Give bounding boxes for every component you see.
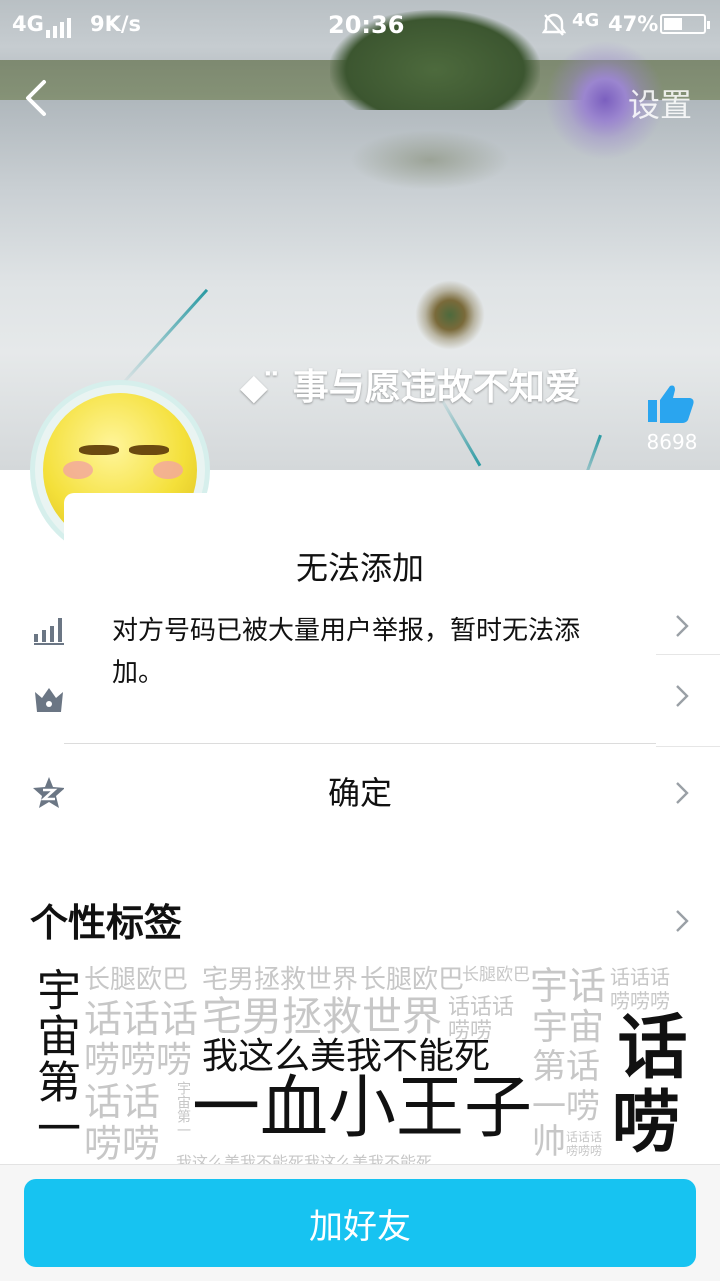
chevron-right-icon[interactable] xyxy=(672,909,692,933)
tag-word: 话话话 xyxy=(84,997,199,1041)
clock: 20:36 xyxy=(328,11,405,39)
tag-word: 一唠 xyxy=(532,1087,600,1127)
tag-word: 长腿欧巴 xyxy=(360,965,465,995)
tag-word-cloud[interactable]: 宇宙第一 长腿欧巴 宅男拯救世界 长腿欧巴 长腿欧巴 宇话 话话话 话话话 宅男… xyxy=(0,955,720,1171)
tag-word: 宇宙第一 xyxy=(175,1081,191,1137)
tag-word: 长腿欧巴 xyxy=(462,965,530,985)
tag-word: 话话话 xyxy=(448,995,515,1020)
tag-word: 唠唠唠 xyxy=(610,989,670,1013)
crown-icon xyxy=(35,688,63,712)
tag-word: 唠唠唠 xyxy=(566,1144,603,1158)
tag-word: 帅 xyxy=(532,1122,566,1162)
chevron-right-icon[interactable] xyxy=(672,684,692,708)
alert-dialog: 无法添加 对方号码已被大量用户举报，暂时无法添加。 确定 xyxy=(64,493,656,845)
tag-word: 话话话 xyxy=(566,1130,603,1144)
dialog-title: 无法添加 xyxy=(295,549,424,587)
settings-button[interactable]: 设置 xyxy=(628,80,692,126)
network-type: 4G xyxy=(12,12,44,36)
battery-icon xyxy=(660,14,710,34)
alarm-off-icon xyxy=(542,13,566,36)
tag-word: 唠唠唠 xyxy=(84,1040,193,1081)
profile-name: ◆ ̈ 事与愿违故不知爱 xyxy=(240,367,581,408)
tag-word: 宇宙 xyxy=(532,1007,605,1048)
thumbs-up-icon[interactable] xyxy=(646,384,696,424)
tag-word: 话话 xyxy=(84,1080,161,1124)
tag-word: 宇话 xyxy=(530,964,607,1008)
bar-chart-icon xyxy=(34,618,64,645)
bottom-action-bar: 加好友 xyxy=(0,1164,720,1281)
tag-word: 话话话 xyxy=(610,965,670,989)
tag-word: 唠 xyxy=(612,1084,681,1163)
tag-word: 话 xyxy=(606,1010,688,1080)
water-reflection xyxy=(350,130,510,190)
network-speed: 9K/s xyxy=(90,12,142,36)
firework-effect xyxy=(415,280,485,350)
like-count[interactable]: 8698 xyxy=(640,430,704,454)
tag-word: 宅男拯救世界 xyxy=(202,965,359,995)
tags-section-title: 个性标签 xyxy=(30,901,183,945)
tag-word: 唠唠 xyxy=(84,1122,161,1166)
tag-word: 唠唠 xyxy=(448,1019,493,1044)
status-bar: 4G 9K/s 20:36 4G 47% xyxy=(0,0,720,50)
tag-word: 第话 xyxy=(532,1047,600,1087)
chevron-right-icon[interactable] xyxy=(672,781,692,805)
firework-streak xyxy=(118,288,209,388)
tag-word: 宅男拯救世界 xyxy=(202,994,442,1040)
tag-word: 宇宙第一 xyxy=(29,967,80,1151)
tag-word: 长腿欧巴 xyxy=(84,965,189,995)
star-z-icon xyxy=(33,777,65,808)
chevron-right-icon[interactable] xyxy=(672,614,692,638)
confirm-button[interactable]: 确定 xyxy=(64,744,656,838)
signal-icon xyxy=(46,14,74,38)
dialog-message: 对方号码已被大量用户举报，暂时无法添加。 xyxy=(112,616,581,688)
firework-streak xyxy=(578,434,602,470)
network-type-right: 4G xyxy=(572,10,600,31)
add-friend-button[interactable]: 加好友 xyxy=(24,1179,696,1267)
tag-word: 一血小王子 xyxy=(192,1069,533,1148)
battery-percent: 47% xyxy=(608,12,659,36)
back-button[interactable] xyxy=(18,78,58,118)
